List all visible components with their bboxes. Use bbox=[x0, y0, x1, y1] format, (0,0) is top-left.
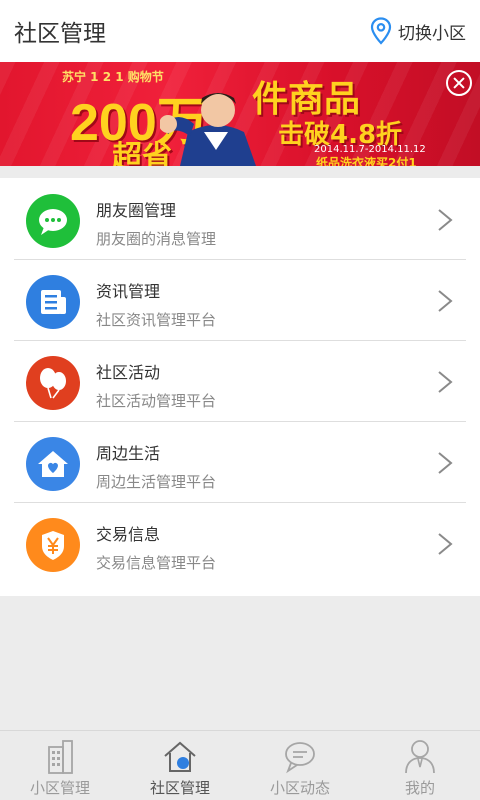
building-icon bbox=[48, 740, 73, 774]
location-pin-icon bbox=[370, 17, 392, 45]
menu-item-title: 资讯管理 bbox=[96, 282, 161, 301]
close-circle-icon[interactable] bbox=[446, 70, 472, 96]
tab-label: 小区动态 bbox=[269, 779, 330, 797]
menu-item-title: 交易信息 bbox=[96, 525, 161, 544]
yuan-shield-icon bbox=[26, 518, 80, 572]
switch-community-label: 切换小区 bbox=[398, 23, 466, 44]
menu-item-local-life[interactable]: 周边生活 周边生活管理平台 bbox=[14, 423, 466, 503]
tab-community-management[interactable]: 社区管理 bbox=[120, 731, 240, 800]
menu-item-description: 社区活动管理平台 bbox=[96, 392, 217, 410]
promo-banner[interactable]: 苏宁 1 2 1 购物节 200万 超省 件商品 击破4.8折 2014.11.… bbox=[0, 62, 480, 166]
bottom-tab-bar: 小区管理 社区管理 小区动态 我的 bbox=[0, 730, 480, 800]
chevron-right-icon bbox=[438, 209, 453, 231]
menu-item-trade[interactable]: 交易信息 交易信息管理平台 bbox=[14, 504, 466, 584]
news-icon bbox=[26, 275, 80, 329]
tab-label: 小区管理 bbox=[29, 779, 90, 797]
menu-item-moments[interactable]: 朋友圈管理 朋友圈的消息管理 bbox=[14, 180, 466, 260]
chevron-right-icon bbox=[438, 290, 453, 312]
top-header: 社区管理 切换小区 bbox=[0, 0, 480, 62]
chevron-right-icon bbox=[438, 371, 453, 393]
menu-item-description: 交易信息管理平台 bbox=[96, 554, 217, 572]
switch-community-button[interactable]: 切换小区 bbox=[370, 14, 466, 48]
person-icon bbox=[405, 740, 435, 774]
tab-community[interactable]: 小区管理 bbox=[0, 731, 120, 800]
menu-item-activities[interactable]: 社区活动 社区活动管理平台 bbox=[14, 342, 466, 422]
chevron-right-icon bbox=[438, 452, 453, 474]
tab-community-feed[interactable]: 小区动态 bbox=[240, 731, 360, 800]
menu-item-news[interactable]: 资讯管理 社区资讯管理平台 bbox=[14, 261, 466, 341]
tab-label: 社区管理 bbox=[149, 779, 210, 797]
tab-label: 我的 bbox=[404, 779, 435, 797]
balloons-icon bbox=[26, 356, 80, 410]
management-menu: 朋友圈管理 朋友圈的消息管理 资讯管理 社区资讯管理平台 社区活动 社区活动管理… bbox=[0, 178, 480, 596]
app-screen: 社区管理 切换小区 苏宁 1 2 1 购物节 200万 超省 件商品 击破4.8… bbox=[0, 0, 480, 800]
page-title: 社区管理 bbox=[14, 21, 106, 47]
house-icon bbox=[164, 741, 196, 772]
menu-item-title: 朋友圈管理 bbox=[96, 201, 177, 220]
menu-item-description: 周边生活管理平台 bbox=[96, 473, 217, 491]
chat-icon bbox=[285, 742, 315, 774]
banner-promo: 纸品洗衣液买2付1 bbox=[316, 156, 417, 166]
menu-item-description: 社区资讯管理平台 bbox=[96, 311, 217, 329]
tab-mine[interactable]: 我的 bbox=[360, 731, 480, 800]
menu-item-title: 周边生活 bbox=[96, 444, 161, 463]
menu-item-title: 社区活动 bbox=[96, 363, 161, 382]
chevron-right-icon bbox=[438, 533, 453, 555]
menu-item-description: 朋友圈的消息管理 bbox=[96, 230, 217, 248]
home-heart-icon bbox=[26, 437, 80, 491]
chat-bubble-icon bbox=[26, 194, 80, 248]
